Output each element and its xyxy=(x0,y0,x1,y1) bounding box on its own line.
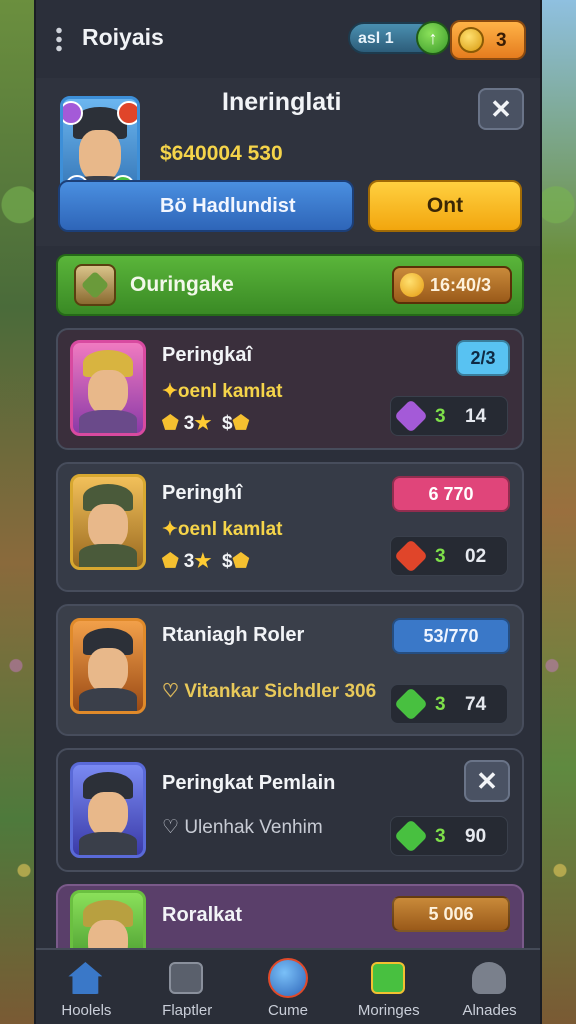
player-rating: ⬟ 3★ $⬟ xyxy=(162,551,250,572)
red-gem-icon xyxy=(394,539,428,573)
forest-background-right xyxy=(536,0,576,1024)
profile-icon xyxy=(471,962,506,994)
player-name: Rtaniagh Roler xyxy=(162,624,305,646)
stat-box: 3 74 xyxy=(390,684,508,724)
player-money: $640004 530 xyxy=(160,142,283,165)
green-gem-icon xyxy=(394,687,428,721)
banner-value: 16:40/3 xyxy=(430,275,492,295)
compass-icon xyxy=(267,958,308,998)
player-card[interactable]: Peringhî ✦oenl kamlat ⬟ 3★ $⬟ 6 770 3 02 xyxy=(56,462,524,592)
player-name: Roralkat xyxy=(162,904,243,926)
player-header: Ineringlati ✕ $640004 530 Bö Hadlundist … xyxy=(36,78,540,246)
player-name: Peringhî xyxy=(162,482,243,504)
dismiss-button[interactable]: ✕ xyxy=(464,760,510,802)
map-icon xyxy=(169,962,204,994)
stat-box: 3 14 xyxy=(390,396,508,436)
player-subtitle: ✦oenl kamlat xyxy=(162,381,283,402)
gold-gem-icon xyxy=(400,273,424,297)
chest-icon xyxy=(74,264,116,306)
player-card[interactable]: Peringkat Pemlain ♡ Ulenhak Venhim ✕ 3 9… xyxy=(56,748,524,872)
coin-value: 3 xyxy=(496,30,507,51)
player-avatar xyxy=(70,762,146,858)
rank-badge: 5 006 xyxy=(392,896,510,932)
close-button[interactable]: ✕ xyxy=(478,88,524,130)
player-avatar xyxy=(70,340,146,436)
energy-add-icon[interactable]: ↑ xyxy=(416,21,450,55)
player-name: Ineringlati xyxy=(222,88,342,116)
rank-badge-icon xyxy=(63,101,83,125)
rank-badge: 53/770 xyxy=(392,618,510,654)
rank-badge-icon xyxy=(117,101,137,125)
nav-item-hoolels[interactable]: Hoolels xyxy=(38,950,134,1024)
player-rating: ⬟ 3★ $⬟ xyxy=(162,413,250,434)
stat-box: 3 02 xyxy=(390,536,508,576)
nav-item-flaptler[interactable]: Flaptler xyxy=(139,950,235,1024)
player-avatar xyxy=(70,474,146,570)
player-subtitle: ♡ Vitankar Sichdler 306 xyxy=(162,681,377,702)
player-subtitle: ✦oenl kamlat xyxy=(162,519,283,540)
stat-box: 3 90 xyxy=(390,816,508,856)
secondary-action-button[interactable]: Bö Hadlundist xyxy=(58,180,354,232)
bottom-navigation: Hoolels Flaptler Cume Moringes Alnades xyxy=(36,948,540,1024)
app-title: Roiyais xyxy=(82,24,164,50)
quest-icon xyxy=(370,962,405,994)
leaderboard-panel: Roiyais asl 1 ↑ 3 Ineringlati ✕ $640004 … xyxy=(34,0,542,1024)
purple-gem-icon xyxy=(394,399,428,433)
green-gem-icon xyxy=(394,819,428,853)
player-card[interactable]: Peringkaî ✦oenl kamlat ⬟ 3★ $⬟ 2/3 3 14 xyxy=(56,328,524,450)
player-subtitle: ♡ Ulenhak Venhim xyxy=(162,817,323,838)
coin-icon xyxy=(458,27,484,53)
nav-item-moringes[interactable]: Moringes xyxy=(341,950,437,1024)
banner-label: Ouringake xyxy=(130,273,234,296)
player-avatar xyxy=(70,618,146,714)
coin-counter[interactable]: 3 xyxy=(450,20,526,60)
energy-value: asl 1 xyxy=(358,30,394,47)
rank-badge: 6 770 xyxy=(392,476,510,512)
nav-item-cume[interactable]: Cume xyxy=(240,950,336,1024)
energy-counter[interactable]: asl 1 ↑ xyxy=(348,21,450,55)
player-name: Peringkat Pemlain xyxy=(162,772,336,794)
player-name: Peringkaî xyxy=(162,344,253,366)
primary-action-button[interactable]: Ont xyxy=(368,180,522,232)
nav-item-alnades[interactable]: Alnades xyxy=(442,950,538,1024)
more-menu-icon[interactable] xyxy=(56,26,62,52)
event-banner[interactable]: Ouringake 16:40/3 xyxy=(56,254,524,316)
rank-badge: 2/3 xyxy=(456,340,510,376)
top-bar: Roiyais asl 1 ↑ 3 xyxy=(36,0,540,78)
home-icon xyxy=(68,962,103,994)
player-card[interactable]: Rtaniagh Roler ♡ Vitankar Sichdler 306 5… xyxy=(56,604,524,736)
banner-reward: 16:40/3 xyxy=(392,266,512,304)
